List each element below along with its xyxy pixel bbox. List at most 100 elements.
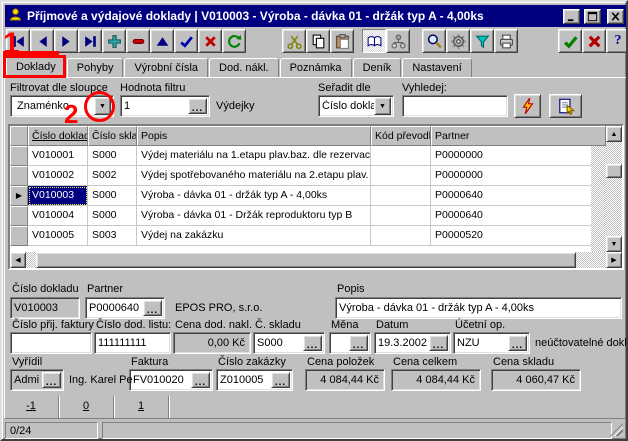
sort-dropdown-button[interactable]: ▼: [374, 97, 391, 115]
partner-picker-button[interactable]: ...: [143, 300, 162, 316]
documents-view-button[interactable]: [362, 29, 386, 53]
c-skladu-field[interactable]: S000 ...: [253, 332, 325, 354]
table-row-selected[interactable]: ▶ V010003 S000 Výroba - dávka 01 - držák…: [10, 186, 606, 206]
help-button[interactable]: ?: [606, 29, 628, 53]
ucetni-op-field[interactable]: NZU ...: [453, 332, 530, 354]
cell-doklad[interactable]: V010001: [28, 146, 88, 166]
report-button[interactable]: [549, 94, 582, 118]
prior-record-button[interactable]: [30, 29, 54, 53]
cell-sklad[interactable]: S003: [88, 226, 137, 246]
header-cislo-skladu[interactable]: Číslo skladu: [88, 126, 137, 146]
cell-partner[interactable]: P0000640: [431, 186, 606, 206]
cut-button[interactable]: [282, 29, 306, 53]
tab-dod-nakl[interactable]: Dod. nákl.: [209, 58, 279, 78]
offset-plus-one-button[interactable]: 1: [114, 396, 169, 418]
header-kod-prevodky[interactable]: Kód převodky: [371, 126, 431, 146]
print-button[interactable]: [494, 29, 518, 53]
filter-value-input[interactable]: 1 ...: [120, 95, 210, 117]
filter-value-picker-button[interactable]: ...: [188, 98, 207, 114]
vyridil-field[interactable]: Admi ...: [10, 369, 64, 391]
tab-nastaveni[interactable]: Nastavení: [402, 58, 472, 78]
scroll-up-button[interactable]: ▲: [606, 126, 622, 142]
refresh-button[interactable]: [222, 29, 246, 53]
cell-sklad[interactable]: S000: [88, 146, 137, 166]
vertical-scroll-thumb[interactable]: [606, 164, 622, 178]
delete-record-button[interactable]: [126, 29, 150, 53]
header-cislo-dokladu[interactable]: Číslo dokladu: [28, 126, 88, 146]
next-record-button[interactable]: [54, 29, 78, 53]
cell-doklad[interactable]: V010005: [28, 226, 88, 246]
partner-field[interactable]: P0000640 ...: [85, 297, 165, 319]
last-record-button[interactable]: [78, 29, 102, 53]
cell-kod[interactable]: [371, 146, 431, 166]
cislo-zakazky-field[interactable]: Z010005 ...: [216, 369, 293, 391]
cell-partner[interactable]: P0000000: [431, 166, 606, 186]
ok-button[interactable]: [558, 29, 582, 53]
scroll-right-button[interactable]: ▶: [606, 252, 622, 268]
cell-kod[interactable]: [371, 186, 431, 206]
tab-poznamka[interactable]: Poznámka: [280, 58, 352, 78]
horizontal-scroll-thumb[interactable]: [36, 252, 576, 268]
tab-pohyby[interactable]: Pohyby: [67, 58, 124, 78]
cell-doklad[interactable]: V010004: [28, 206, 88, 226]
table-row[interactable]: V010001 S000 Výdej materiálu na 1.etapu …: [10, 146, 606, 166]
mena-field[interactable]: ...: [329, 332, 371, 354]
cell-partner[interactable]: P0000000: [431, 146, 606, 166]
minimize-button[interactable]: [563, 9, 580, 24]
cell-popis[interactable]: Výroba - dávka 01 - držák typ A - 4,00ks: [137, 186, 371, 206]
cislo-prij-faktury-field[interactable]: [10, 332, 92, 354]
datum-picker-button[interactable]: ...: [429, 335, 448, 351]
quick-search-button[interactable]: [514, 94, 541, 118]
faktura-field[interactable]: FV010020 ...: [129, 369, 213, 391]
cell-popis[interactable]: Výroba - dávka 01 - Držák reproduktoru t…: [137, 206, 371, 226]
cancel-edit-button[interactable]: [198, 29, 222, 53]
cell-kod[interactable]: [371, 226, 431, 246]
tab-vyrobni-cisla[interactable]: Výrobní čísla: [124, 58, 208, 78]
vertical-scrollbar[interactable]: ▲ ▼: [606, 126, 622, 252]
cell-partner[interactable]: P0000520: [431, 226, 606, 246]
edit-record-button[interactable]: [150, 29, 174, 53]
sort-combobox[interactable]: Číslo dokla ▼: [318, 95, 394, 117]
post-edit-button[interactable]: [174, 29, 198, 53]
search-input[interactable]: [402, 95, 508, 117]
cancel-button[interactable]: [582, 29, 606, 53]
settings-button[interactable]: [446, 29, 470, 53]
table-row[interactable]: V010004 S000 Výroba - dávka 01 - Držák r…: [10, 206, 606, 226]
faktura-picker-button[interactable]: ...: [191, 372, 210, 388]
cell-kod[interactable]: [371, 166, 431, 186]
tab-denik[interactable]: Deník: [353, 58, 402, 78]
paste-button[interactable]: [330, 29, 354, 53]
scroll-down-button[interactable]: ▼: [606, 236, 622, 252]
cell-doklad[interactable]: V010003: [28, 186, 88, 206]
vyridil-picker-button[interactable]: ...: [42, 372, 61, 388]
cislo-zakazky-picker-button[interactable]: ...: [271, 372, 290, 388]
popis-field[interactable]: Výroba - dávka 01 - držák typ A - 4,00ks: [335, 297, 622, 319]
cell-popis[interactable]: Výdej materiálu na 1.etapu plav.baz. dle…: [137, 146, 371, 166]
table-row[interactable]: V010005 S003 Výdej na zakázku P0000520: [10, 226, 606, 246]
cell-partner[interactable]: P0000640: [431, 206, 606, 226]
header-partner[interactable]: Partner: [431, 126, 606, 146]
header-popis[interactable]: Popis: [137, 126, 371, 146]
close-button[interactable]: [607, 9, 624, 24]
cell-kod[interactable]: [371, 206, 431, 226]
mena-picker-button[interactable]: ...: [349, 335, 368, 351]
c-skladu-picker-button[interactable]: ...: [303, 335, 322, 351]
cell-doklad[interactable]: V010002: [28, 166, 88, 186]
cislo-dod-listu-field[interactable]: 111111111: [94, 332, 171, 354]
filter-button[interactable]: [470, 29, 494, 53]
offset-minus-one-button[interactable]: -1: [4, 396, 59, 418]
table-row[interactable]: V010002 S002 Výdej spotřebovaného materi…: [10, 166, 606, 186]
ucetni-op-picker-button[interactable]: ...: [508, 335, 527, 351]
copy-button[interactable]: [306, 29, 330, 53]
cell-popis[interactable]: Výdej na zakázku: [137, 226, 371, 246]
insert-record-button[interactable]: [102, 29, 126, 53]
tree-view-button[interactable]: [386, 29, 410, 53]
title-bar[interactable]: Příjmové a výdajové doklady | V010003 - …: [5, 5, 627, 27]
maximize-button[interactable]: [584, 9, 601, 24]
cell-sklad[interactable]: S000: [88, 206, 137, 226]
horizontal-scrollbar[interactable]: ◀ ▶: [10, 252, 622, 268]
datum-field[interactable]: 19.3.2002 ...: [374, 332, 451, 354]
cell-sklad[interactable]: S000: [88, 186, 137, 206]
scroll-left-button[interactable]: ◀: [10, 252, 26, 268]
cell-popis[interactable]: Výdej spotřebovaného materiálu na 2.etap…: [137, 166, 371, 186]
